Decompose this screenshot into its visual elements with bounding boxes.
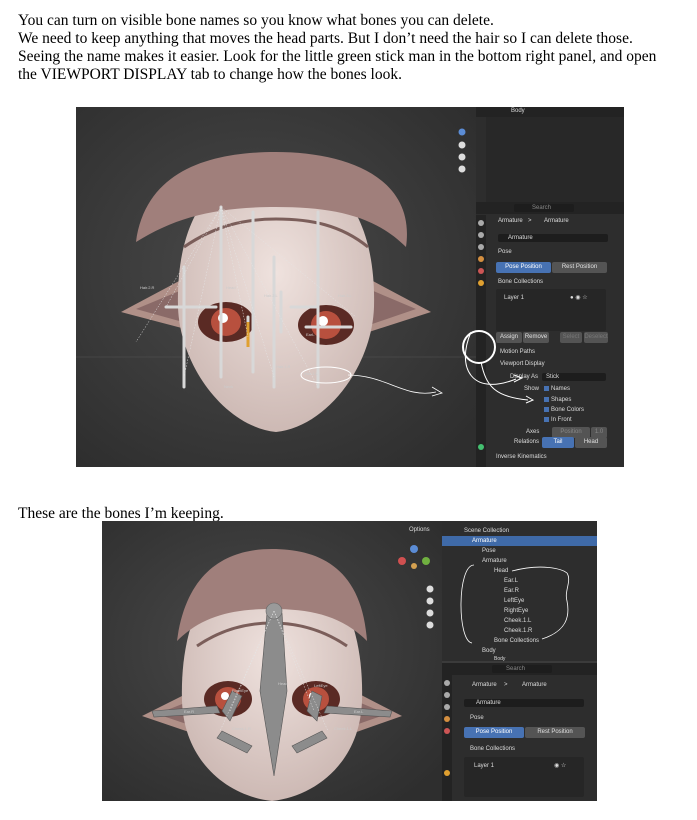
bone-label-6: Hair.3.L [338,293,352,298]
bone-label-lefteye: LeftEye [314,683,328,688]
bone-label-cheek-r: Cheek.1.R [232,726,251,731]
intro-line-4: the VIEWPORT DISPLAY tab to change how t… [18,66,402,83]
show-label: Show [524,386,540,392]
section-bone-collections[interactable]: Bone Collections [470,746,515,752]
bone-label-2: Hair.2.L [264,293,278,298]
figure-2-viewport [102,521,442,801]
inverse-kinematics-header[interactable]: Inverse Kinematics [496,454,547,460]
output-tab-icon[interactable] [444,704,450,710]
shapes-checkbox[interactable]: Shapes [544,397,571,403]
tool-tab-icon[interactable] [444,680,450,686]
properties-tabs [442,675,452,801]
breadcrumb-left: Armature [498,218,523,224]
outliner-area [486,117,624,202]
search-placeholder: Search [532,205,552,211]
intro-paragraph: You can turn on visible bone names so yo… [18,12,686,84]
display-as-label: Display As [510,374,539,380]
assign-button[interactable]: Assign [496,332,522,343]
figure-2-screenshot: RightEye Head LeftEye Ear.R Ear.L Cheek.… [102,521,597,801]
layer-1-item[interactable]: Layer 1 [504,295,524,301]
layer-1-item[interactable]: Layer 1 [474,763,494,769]
bone-label-8: Neck [224,384,234,389]
world-tab-icon[interactable] [478,268,484,274]
datablock-name: Armature [508,235,533,241]
section-pose[interactable]: Pose [470,715,484,721]
search-placeholder: Search [506,666,526,672]
render-tab-icon[interactable] [444,692,450,698]
output-tab-icon[interactable] [478,244,484,250]
bone-label-1: Hair.2.R [140,285,155,290]
bone-label-righteye: RightEye [232,688,249,693]
outliner-header [476,107,624,117]
bone-label-7: EarL [306,332,315,337]
object-tab-icon[interactable] [478,280,484,286]
section-pose[interactable]: Pose [498,249,512,255]
datablock-name: Armature [476,700,501,706]
intro-line-1: You can turn on visible bone names so yo… [18,12,494,29]
select-button[interactable]: Select [560,332,582,343]
bone-label-ear-l: Ear.L [354,709,364,714]
axes-label: Axes [526,429,540,435]
rest-position-button[interactable]: Rest Position [525,727,585,738]
scene-tab-icon[interactable] [444,716,450,722]
pose-position-button[interactable]: Pose Position [464,727,524,738]
viewport-header-options: Options [387,526,437,536]
layer-visibility-icons[interactable]: ◉ ☆ [554,762,566,769]
figure-1-screenshot: Hair.2.R Hair.2.L Head Hair.1.L Hair.1.R… [76,107,624,467]
bone-colors-checkbox[interactable]: Bone Colors [544,407,584,413]
section-bone-collections[interactable]: Bone Collections [498,279,543,285]
deselect-button[interactable]: Deselect [584,332,608,343]
figure-1-viewport [76,107,476,467]
rest-position-button[interactable]: Rest Position [552,262,607,273]
relations-label: Relations [514,439,540,445]
bone-label-4: Hair.1.L [304,371,318,376]
breadcrumb-sep: > [528,218,532,224]
bone-label-ear-r: Ear.R [184,709,195,714]
outliner-annotation-bracket [460,564,570,644]
display-as-value: Stick [546,374,560,380]
pose-position-button[interactable]: Pose Position [496,262,551,273]
render-tab-icon[interactable] [478,232,484,238]
breadcrumb-left: Armature [472,682,497,688]
bone-label-head: Head [278,681,288,686]
relations-tail-button[interactable]: Tail [542,437,574,448]
object-tab-icon[interactable] [444,770,450,776]
motion-paths-header[interactable]: Motion Paths [500,349,535,355]
figure-2-outliner: Scene Collection Armature Pose Armature … [442,521,597,662]
breadcrumb-right: Armature [522,682,547,688]
scene-tab-icon[interactable] [478,256,484,262]
remove-button[interactable]: Remove [523,332,549,343]
figure-1-panel: Body Search Armature > Armature Armature… [476,107,624,467]
layer-visibility-icons[interactable]: ● ◉ ☆ [570,294,588,301]
tool-tab-icon[interactable] [478,220,484,226]
world-tab-icon[interactable] [444,728,450,734]
properties-tabs [476,215,486,467]
bone-label-5: Hair.1.R [276,364,291,369]
breadcrumb-sep: > [504,682,508,688]
options-dropdown[interactable]: Options [409,527,430,533]
bone-label-cheek-l: Cheek.1.L [334,726,353,731]
relations-head-button[interactable]: Head [575,437,607,448]
bone-label-3: Head [226,285,236,290]
figure-2-properties: Search Armature > Armature Armature Pose… [442,663,597,801]
intro-line-2: We need to keep anything that moves the … [18,30,633,47]
names-checkbox[interactable]: Names [544,386,570,392]
intro-line-3: Seeing the name makes it easier. Look fo… [18,48,657,65]
viewport-display-header[interactable]: Viewport Display [500,361,545,367]
outliner-body-item[interactable]: Body [511,108,525,114]
armature-data-tab-icon[interactable] [478,444,484,450]
in-front-checkbox[interactable]: In Front [544,417,572,423]
breadcrumb-right: Armature [544,218,569,224]
